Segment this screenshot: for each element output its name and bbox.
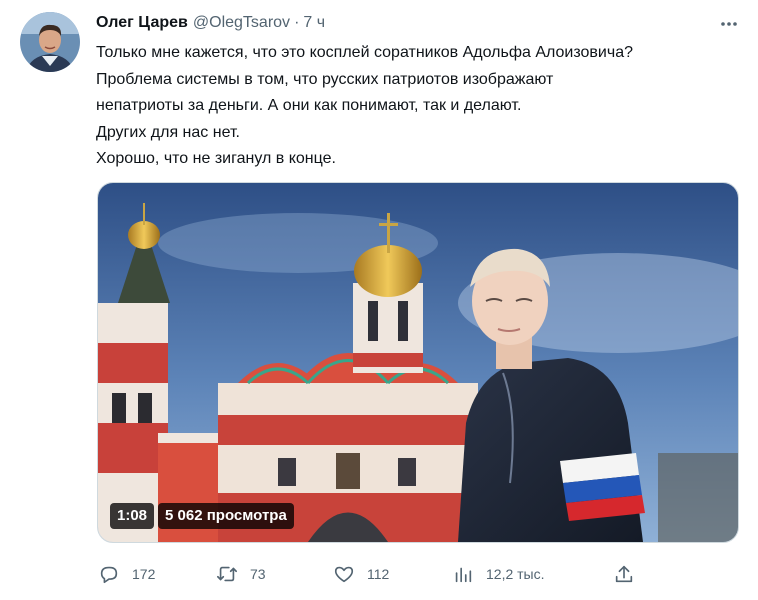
tweet-text: Только мне кажется, что это косплей сора… bbox=[96, 40, 746, 173]
author-name[interactable]: Олег Царев bbox=[96, 14, 188, 32]
video-view-count: 5 062 просмотра bbox=[158, 503, 294, 529]
author-handle[interactable]: @OlegTsarov bbox=[193, 14, 290, 32]
tweet: Олег Царев @OlegTsarov · 7 ч Только мне … bbox=[0, 0, 758, 600]
video-badges: 1:08 5 062 просмотра bbox=[110, 503, 294, 529]
retweet-icon bbox=[217, 566, 237, 582]
like-count: 112 bbox=[367, 566, 390, 582]
tweet-actions: 172 73 112 12,2 тыс. bbox=[96, 560, 656, 588]
views-button[interactable]: 12,2 тыс. bbox=[452, 560, 545, 588]
retweet-button[interactable]: 73 bbox=[216, 560, 266, 588]
tweet-header: Олег Царев @OlegTsarov · 7 ч bbox=[96, 12, 325, 34]
like-button[interactable]: 112 bbox=[333, 560, 389, 588]
video-duration: 1:08 bbox=[110, 503, 155, 529]
retweet-count: 73 bbox=[250, 566, 266, 582]
share-icon bbox=[615, 565, 633, 583]
tweet-text-line: Других для нас нет. bbox=[96, 123, 240, 141]
reply-count: 172 bbox=[132, 566, 156, 582]
more-dots-icon bbox=[721, 22, 737, 26]
share-button[interactable] bbox=[613, 560, 635, 588]
tweet-text-line: непатриоты за деньги. А они как понимают… bbox=[96, 97, 522, 114]
views-chart-icon bbox=[455, 567, 472, 583]
tweet-text-line: Только мне кажется, что это косплей сора… bbox=[96, 44, 633, 61]
video-player[interactable]: 1:08 5 062 просмотра bbox=[97, 182, 739, 543]
video-thumbnail bbox=[98, 183, 738, 542]
more-options-button[interactable] bbox=[717, 12, 741, 36]
tweet-timestamp[interactable]: 7 ч bbox=[303, 14, 325, 32]
separator-dot: · bbox=[294, 14, 300, 31]
tweet-text-line: Хорошо, что не зиганул в конце. bbox=[96, 150, 336, 167]
tweet-text-line: Проблема системы в том, что русских патр… bbox=[96, 70, 554, 88]
reply-button[interactable]: 172 bbox=[98, 560, 155, 588]
views-count: 12,2 тыс. bbox=[486, 566, 545, 582]
heart-icon bbox=[334, 566, 354, 583]
avatar[interactable] bbox=[20, 12, 80, 72]
reply-icon bbox=[100, 566, 118, 584]
avatar-image bbox=[20, 12, 80, 72]
